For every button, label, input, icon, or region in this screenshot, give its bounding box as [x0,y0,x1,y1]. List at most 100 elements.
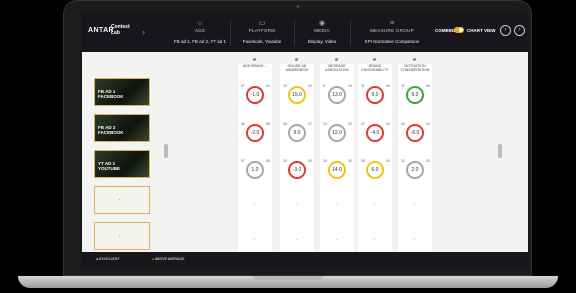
chevron-right-icon[interactable]: › [142,27,145,37]
ad-thumbnail-3[interactable]: YT AD 1 YOUTUBE [94,150,150,178]
scroll-right-handle[interactable] [498,144,502,158]
ad-platform: YOUTUBE [98,166,121,171]
score-circle[interactable]: 12.0 [328,124,346,142]
monitor-icon: ▭ [258,20,266,27]
top-header: ANTAR Context Lab › ☼ ADS FB ad 1, FB ad… [82,14,528,52]
legend-above-average: ● ABOVE AVERAGE [152,257,184,261]
score-circle[interactable]: 9.0 [288,124,306,142]
metric-header: MOTIVATION CONSIDERATION [400,64,430,72]
filter-platform[interactable]: ▭ PLATFORM Facebook, Youtube [232,20,292,44]
score-base-value: 57 [241,159,245,163]
score-base-value: 10 [323,122,327,126]
metric-header: MESSAGE ASSOCIATION [325,64,349,72]
score-base-value: 47 [361,122,365,126]
score-base-value: 5 [323,84,325,88]
empty-score-dash: - [336,237,338,243]
score-base-value: 15 [283,84,287,88]
score-circle[interactable]: 14.0 [328,161,346,179]
score-base-value: 15 [283,159,287,163]
score-norm-value: 20 [348,122,352,126]
lightbulb-icon: ☼ [196,20,204,27]
back-button[interactable]: ‹ [500,25,511,36]
laptop-base [18,276,558,288]
filter-media[interactable]: ◉ MEDIA Display, Video [296,20,348,44]
column-marker-dot [295,58,298,61]
empty-score-dash: - [374,237,376,243]
score-norm-value: 40 [426,84,430,88]
forward-button[interactable]: › [514,25,525,36]
legend-above-average-label: ABOVE AVERAGE [154,257,185,261]
score-norm-value: 33 [426,159,430,163]
score-circle[interactable]: 9.0 [406,86,424,104]
score-circle[interactable]: 15.0 [288,86,306,104]
score-base-value: 56 [241,122,245,126]
score-norm-value: 43 [386,122,390,126]
score-base-value: 67 [241,84,245,88]
laptop-notch [253,276,323,280]
empty-score-dash: - [336,201,338,207]
legend-excellent: ● EXCELLENT [96,257,120,261]
score-circle[interactable]: 1.0 [246,161,264,179]
empty-score-dash: - [414,237,416,243]
score-base-value: 16 [323,159,327,163]
filter-platform-value: Facebook, Youtube [242,39,282,44]
score-circle[interactable]: 2.0 [406,161,424,179]
empty-score-dash: - [296,201,298,207]
score-base-value: 31 [401,84,405,88]
legend-excellent-label: EXCELLENT [99,257,120,261]
metric-header: ADS BRAND… [243,64,267,68]
camera-dot [296,5,299,8]
score-norm-value: 34 [426,122,430,126]
product-name: Context Lab [111,24,130,36]
empty-slot-dash: - [119,197,121,202]
metric-header: ONLINE AD AWARENESS [285,64,309,72]
filter-ads[interactable]: ☼ ADS FB ad 1, FB ad 2, YT ad 1 [170,20,230,44]
score-circle[interactable]: -4.0 [366,124,384,142]
empty-score-dash: - [254,201,256,207]
score-circle[interactable]: 13.0 [328,86,346,104]
ad-slot-empty-2[interactable]: - [94,222,150,250]
ad-thumbnail-1[interactable]: FB AD 1 FACEBOOK [94,78,150,106]
score-circle[interactable]: -3.0 [288,161,306,179]
score-norm-value: 30 [308,159,312,163]
ad-slot-empty-1[interactable]: - [94,186,150,214]
filter-measure-group[interactable]: ≡ MEASURE GROUP KPI Normative Comparison [352,20,432,44]
column-marker-dot [373,58,376,61]
score-base-value: 38 [361,159,365,163]
empty-score-dash: - [414,201,416,207]
score-norm-value: 61 [266,84,270,88]
filter-platform-title: PLATFORM [248,28,276,33]
empty-slot-dash: - [119,233,121,238]
app-screen: ANTAR Context Lab › ☼ ADS FB ad 1, FB ad… [82,14,528,268]
ad-thumbnail-2[interactable]: FB AD 2 FACEBOOK [94,114,150,142]
filter-media-value: Display, Video [307,39,337,44]
column-marker-dot [253,58,256,61]
score-circle[interactable]: -6.0 [406,124,424,142]
score-base-value: 31 [361,84,365,88]
score-circle[interactable]: -2.0 [246,124,264,142]
score-norm-value: 40 [386,84,390,88]
column-marker-dot [413,58,416,61]
score-circle[interactable]: 9.0 [366,86,384,104]
empty-score-dash: - [254,237,256,243]
score-base-value: 40 [401,122,405,126]
scroll-left-handle[interactable] [164,144,168,158]
filter-media-title: MEDIA [314,28,330,33]
media-icon: ◉ [318,20,326,27]
score-norm-value: 30 [348,159,352,163]
filter-ads-value: FB ad 1, FB ad 2, YT ad 1 [173,39,227,44]
score-circle[interactable]: 6.0 [366,161,384,179]
filter-ads-title: ADS [194,28,206,33]
column-marker-dot [335,58,338,61]
empty-score-dash: - [374,201,376,207]
legend-bar [82,252,528,268]
score-circle[interactable]: -1.0 [246,86,264,104]
score-norm-value: 44 [386,159,390,163]
combine-toggle[interactable] [454,27,464,33]
filter-measure-value: KPI Normative Comparison [364,39,420,44]
score-base-value: 31 [401,159,405,163]
empty-score-dash: - [296,237,298,243]
legend-dot-icon: ● [152,257,155,261]
list-icon: ≡ [389,20,395,27]
score-norm-value: 27 [308,122,312,126]
